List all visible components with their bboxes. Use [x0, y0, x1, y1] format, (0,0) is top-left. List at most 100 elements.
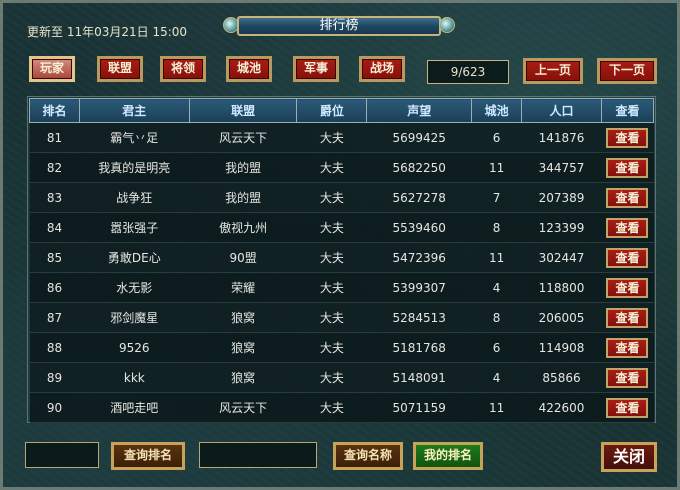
lord-cell: 我真的是明亮	[79, 152, 190, 183]
population-cell: 344757	[521, 152, 602, 183]
alliance-cell: 90盟	[189, 242, 297, 273]
lord-cell: 9526	[79, 332, 190, 363]
lord-cell: kkk	[79, 362, 190, 393]
view-button[interactable]: 查看	[606, 337, 649, 358]
prestige-cell: 5539460	[366, 212, 472, 243]
view-button[interactable]: 查看	[606, 307, 649, 328]
tab-alliance[interactable]: 联盟	[97, 56, 143, 82]
tab-general[interactable]: 将领	[160, 56, 206, 82]
query-rank-button[interactable]: 查询排名	[111, 442, 185, 470]
rank-cell: 81	[29, 122, 80, 153]
title-cell: 大夫	[296, 392, 367, 423]
orb-ornament-icon	[439, 17, 455, 33]
lord-cell: 水无影	[79, 272, 190, 303]
lord-cell: 霸气丷足	[79, 122, 190, 153]
column-header: 声望	[366, 98, 473, 123]
rank-cell: 88	[29, 332, 80, 363]
population-cell: 302447	[521, 242, 602, 273]
view-cell: 查看	[601, 242, 654, 273]
view-button[interactable]: 查看	[606, 217, 649, 238]
view-button[interactable]: 查看	[606, 367, 649, 388]
view-button[interactable]: 查看	[606, 127, 649, 148]
view-button[interactable]: 查看	[606, 277, 649, 298]
table-row: 85 勇敢DE心 90盟 大夫 5472396 11 302447 查看	[29, 242, 654, 273]
rank-cell: 90	[29, 392, 80, 423]
prestige-cell: 5284513	[366, 302, 472, 333]
cities-cell: 4	[471, 272, 522, 303]
population-cell: 114908	[521, 332, 602, 363]
lord-cell: 酒吧走吧	[79, 392, 190, 423]
tab-military[interactable]: 军事	[293, 56, 339, 82]
lord-cell: 嚣张强子	[79, 212, 190, 243]
view-button[interactable]: 查看	[606, 187, 649, 208]
prestige-cell: 5699425	[366, 122, 472, 153]
rank-cell: 84	[29, 212, 80, 243]
view-button[interactable]: 查看	[606, 247, 649, 268]
alliance-cell: 风云天下	[189, 392, 297, 423]
column-header: 联盟	[188, 98, 298, 123]
table-row: 81 霸气丷足 风云天下 大夫 5699425 6 141876 查看	[29, 122, 654, 153]
view-button[interactable]: 查看	[606, 397, 649, 418]
view-cell: 查看	[601, 302, 654, 333]
alliance-cell: 荣耀	[189, 272, 297, 303]
view-cell: 查看	[601, 272, 654, 303]
column-header: 城池	[471, 98, 523, 123]
population-cell: 207389	[521, 182, 602, 213]
prestige-cell: 5472396	[366, 242, 472, 273]
alliance-cell: 狼窝	[189, 362, 297, 393]
view-cell: 查看	[601, 122, 654, 153]
title-cell: 大夫	[296, 272, 367, 303]
table-row: 87 邪剑魔星 狼窝 大夫 5284513 8 206005 查看	[29, 302, 654, 333]
cities-cell: 4	[471, 362, 522, 393]
view-cell: 查看	[601, 212, 654, 243]
alliance-cell: 风云天下	[189, 122, 297, 153]
population-cell: 85866	[521, 362, 602, 393]
table-row: 83 战争狂 我的盟 大夫 5627278 7 207389 查看	[29, 182, 654, 213]
view-cell: 查看	[601, 332, 654, 363]
rank-cell: 87	[29, 302, 80, 333]
ranking-table: 排名 君主 联盟 爵位 声望 城池 人口 查看 81 霸气丷足 风云天下 大夫 …	[29, 98, 655, 423]
column-header: 排名	[29, 98, 80, 123]
cities-cell: 7	[471, 182, 522, 213]
prestige-cell: 5148091	[366, 362, 472, 393]
tab-city[interactable]: 城池	[226, 56, 272, 82]
alliance-cell: 我的盟	[189, 182, 297, 213]
my-rank-button[interactable]: 我的排名	[413, 442, 483, 470]
rank-search-input[interactable]	[25, 442, 99, 468]
page-counter: 9/623	[427, 60, 509, 84]
view-cell: 查看	[601, 392, 654, 423]
population-cell: 206005	[521, 302, 602, 333]
lord-cell: 战争狂	[79, 182, 190, 213]
column-header: 查看	[600, 98, 655, 123]
tab-player[interactable]: 玩家	[29, 56, 75, 82]
alliance-cell: 狼窝	[189, 302, 297, 333]
rank-cell: 85	[29, 242, 80, 273]
lord-cell: 邪剑魔星	[79, 302, 190, 333]
prev-page-button[interactable]: 上一页	[523, 58, 583, 84]
next-page-button[interactable]: 下一页	[597, 58, 657, 84]
table-row: 86 水无影 荣耀 大夫 5399307 4 118800 查看	[29, 272, 654, 303]
update-time-label: 更新至 11年03月21日 15:00	[27, 25, 188, 39]
title-cell: 大夫	[296, 122, 367, 153]
cities-cell: 8	[471, 212, 522, 243]
title-cell: 大夫	[296, 182, 367, 213]
table-header-row: 排名 君主 联盟 爵位 声望 城池 人口 查看	[29, 98, 655, 123]
name-search-input[interactable]	[199, 442, 317, 468]
rank-cell: 83	[29, 182, 80, 213]
view-cell: 查看	[601, 182, 654, 213]
cities-cell: 8	[471, 302, 522, 333]
population-cell: 422600	[521, 392, 602, 423]
title-bar: 排行榜	[223, 13, 455, 39]
table-row: 84 嚣张强子 傲视九州 大夫 5539460 8 123399 查看	[29, 212, 654, 243]
table-row: 90 酒吧走吧 风云天下 大夫 5071159 11 422600 查看	[29, 392, 654, 423]
close-button[interactable]: 关闭	[601, 442, 657, 472]
title-cell: 大夫	[296, 332, 367, 363]
cities-cell: 11	[471, 392, 522, 423]
column-header: 君主	[78, 98, 190, 123]
rank-cell: 86	[29, 272, 80, 303]
query-name-button[interactable]: 查询名称	[333, 442, 403, 470]
view-cell: 查看	[601, 152, 654, 183]
column-header: 爵位	[296, 98, 368, 123]
tab-battlefield[interactable]: 战场	[359, 56, 405, 82]
view-button[interactable]: 查看	[606, 157, 649, 178]
